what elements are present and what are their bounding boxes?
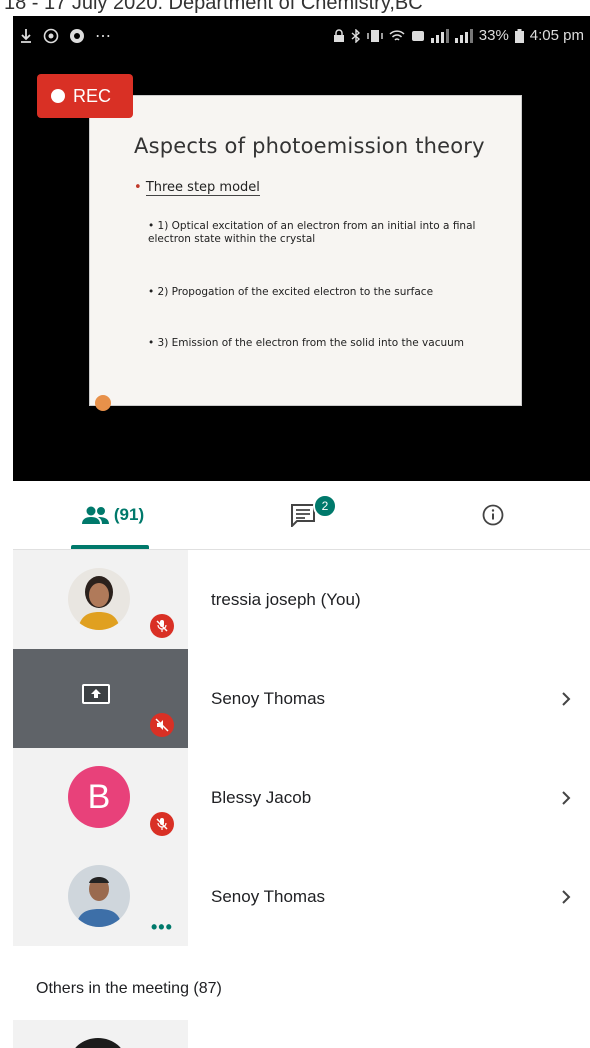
slide-sub-bullet-1: • 1) Optical excitation of an electron f… bbox=[148, 220, 476, 245]
participant-row[interactable]: tressia joseph (You) bbox=[13, 550, 590, 649]
chevron-right-icon[interactable] bbox=[560, 847, 572, 946]
battery-percent: 33% bbox=[478, 27, 509, 44]
phone-screen: ⋯ 33% 4:05 pm REC Aspects of photoemissi… bbox=[13, 16, 590, 1048]
record-dot-icon bbox=[51, 89, 65, 103]
participant-row[interactable]: B Blessy Jacob bbox=[13, 748, 590, 847]
people-count: (91) bbox=[113, 505, 145, 524]
participant-name: Senoy Thomas bbox=[211, 886, 326, 906]
slide-logo bbox=[95, 395, 111, 411]
slide-bullet: • Three step model bbox=[134, 180, 260, 196]
speaking-indicator-icon: ••• bbox=[151, 917, 173, 937]
video-stage[interactable]: ⋯ 33% 4:05 pm REC Aspects of photoemissi… bbox=[13, 16, 590, 481]
record-status-icon bbox=[43, 28, 59, 44]
avatar-initial: B bbox=[87, 777, 111, 816]
audio-muted-icon bbox=[150, 713, 174, 737]
avatar: B bbox=[68, 766, 130, 828]
bluetooth-icon bbox=[351, 28, 360, 43]
clock: 4:05 pm bbox=[529, 27, 584, 44]
participant-name: Senoy Thomas bbox=[211, 688, 326, 708]
data-icon bbox=[411, 30, 424, 41]
slide-sub-bullet-3-text: 3) Emission of the electron from the sol… bbox=[157, 337, 465, 349]
participant-list: tressia joseph (You) Senoy Thomas B Bles… bbox=[13, 550, 590, 946]
participant-tile bbox=[13, 550, 188, 649]
wifi-icon bbox=[389, 29, 405, 41]
slide-sub-bullet-3: • 3) Emission of the electron from the s… bbox=[148, 337, 465, 349]
avatar bbox=[68, 865, 130, 927]
avatar bbox=[75, 1038, 121, 1048]
chat-badge: 2 bbox=[313, 494, 337, 518]
tab-info[interactable] bbox=[463, 481, 523, 549]
tab-people[interactable]: (91) bbox=[63, 481, 163, 549]
info-icon bbox=[482, 504, 504, 526]
battery-icon bbox=[514, 28, 524, 43]
vibrate-icon bbox=[367, 29, 383, 42]
participant-row[interactable]: ••• Senoy Thomas bbox=[13, 847, 590, 946]
participant-tile: ••• bbox=[13, 847, 188, 946]
participant-row[interactable]: Senoy Thomas bbox=[13, 649, 590, 748]
active-tab-indicator bbox=[71, 545, 149, 549]
slide-sub-bullet-2-text: 2) Propogation of the excited electron t… bbox=[157, 286, 434, 298]
signal-icon-1 bbox=[430, 28, 449, 43]
mic-off-icon bbox=[150, 614, 174, 638]
signal-icon-2 bbox=[454, 28, 473, 43]
window-caption: 18 - 17 July 2020. Department of Chemist… bbox=[0, 0, 590, 16]
meeting-tabs: (91) 2 bbox=[13, 481, 590, 550]
participant-name: tressia joseph (You) bbox=[211, 589, 361, 609]
more-notifications-icon: ⋯ bbox=[95, 28, 111, 45]
participant-tile: B bbox=[13, 748, 188, 847]
mic-off-icon bbox=[150, 812, 174, 836]
slide-sub-bullet-1-text: 1) Optical excitation of an electron fro… bbox=[148, 220, 476, 245]
others-section-header: Others in the meeting (87) bbox=[36, 980, 222, 997]
caption-text: 18 - 17 July 2020. Department of Chemist… bbox=[4, 0, 423, 14]
lock-icon bbox=[333, 28, 344, 42]
status-bar: ⋯ 33% 4:05 pm bbox=[13, 16, 590, 56]
slide-title: Aspects of photoemission theory bbox=[134, 134, 485, 158]
present-screen-icon bbox=[82, 684, 110, 704]
participant-tile bbox=[13, 649, 188, 748]
download-icon bbox=[21, 29, 31, 43]
presentation-slide: Aspects of photoemission theory • Three … bbox=[89, 95, 522, 411]
recording-badge: REC bbox=[37, 74, 133, 118]
participant-tile bbox=[13, 1020, 188, 1048]
avatar bbox=[68, 568, 130, 630]
slide-sub-bullet-2: • 2) Propogation of the excited electron… bbox=[148, 286, 434, 298]
recording-label: REC bbox=[73, 85, 112, 106]
chevron-right-icon[interactable] bbox=[560, 649, 572, 748]
people-icon bbox=[81, 506, 109, 524]
participant-name: Blessy Jacob bbox=[211, 787, 312, 807]
chevron-right-icon[interactable] bbox=[560, 748, 572, 847]
slide-bullet-text: Three step model bbox=[145, 180, 260, 196]
app-status-icon bbox=[70, 29, 84, 43]
